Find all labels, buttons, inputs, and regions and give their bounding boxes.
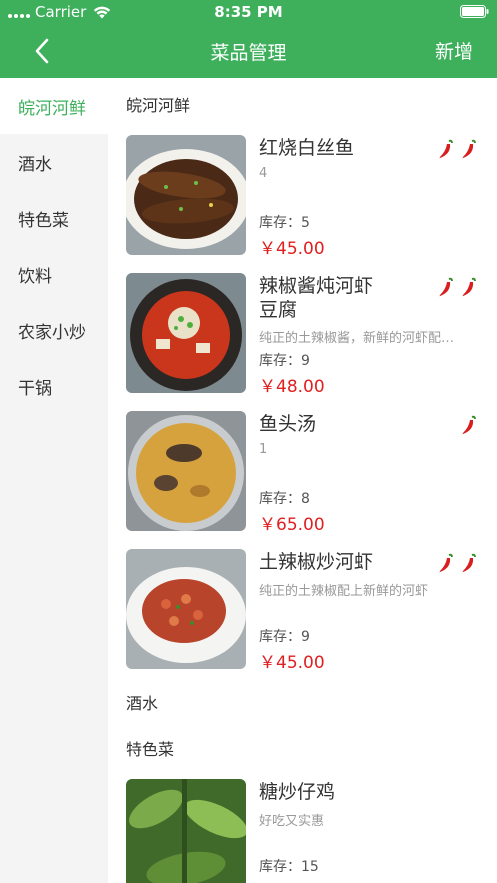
dish-price: ￥48.00 bbox=[259, 377, 325, 397]
dish-item[interactable]: 糖炒仔鸡 好吃又实惠 库存：15 bbox=[108, 768, 497, 883]
spicy-level bbox=[437, 552, 477, 574]
sidebar-item-label: 饮料 bbox=[18, 266, 52, 287]
stock-label: 库存： bbox=[259, 859, 301, 875]
sidebar-item-label: 特色菜 bbox=[18, 210, 69, 231]
stock-info: 库存：9 bbox=[259, 350, 310, 370]
stock-label: 库存： bbox=[259, 353, 301, 369]
section-header: 特色菜 bbox=[126, 740, 175, 759]
dish-item[interactable]: 红烧白丝鱼 4 库存：5 ￥45.00 bbox=[108, 124, 497, 262]
dish-price: ￥45.00 bbox=[259, 653, 325, 673]
dish-name: 辣椒酱炖河虾豆腐 bbox=[259, 275, 374, 321]
stock-info: 库存：5 bbox=[259, 212, 310, 232]
dish-name: 鱼头汤 bbox=[259, 413, 317, 435]
dish-name: 糖炒仔鸡 bbox=[259, 781, 336, 803]
dish-photo bbox=[126, 549, 246, 669]
category-sidebar: 皖河河鲜 酒水 特色菜 饮料 农家小炒 干锅 bbox=[0, 78, 108, 883]
chili-pepper-icon bbox=[439, 553, 453, 573]
stock-value: 5 bbox=[301, 215, 310, 231]
stock-info: 库存：9 bbox=[259, 626, 310, 646]
stock-value: 9 bbox=[301, 353, 310, 369]
sidebar-item-label: 酒水 bbox=[18, 154, 52, 175]
chili-pepper-icon bbox=[462, 139, 476, 159]
navigation-bar: 菜品管理 新增 bbox=[0, 24, 497, 78]
chevron-left-icon bbox=[35, 38, 49, 64]
stock-value: 8 bbox=[301, 491, 310, 507]
dish-description: 1 bbox=[259, 442, 268, 457]
sidebar-item-drinks-alcohol[interactable]: 酒水 bbox=[0, 134, 108, 190]
dish-photo bbox=[126, 779, 246, 883]
sidebar-item-label: 皖河河鲜 bbox=[18, 98, 86, 119]
stock-label: 库存： bbox=[259, 215, 301, 231]
sidebar-item-dry-pot[interactable]: 干锅 bbox=[0, 358, 108, 414]
chili-pepper-icon bbox=[462, 415, 476, 435]
dish-item[interactable]: 鱼头汤 1 库存：8 ￥65.00 bbox=[108, 400, 497, 538]
dish-photo bbox=[126, 273, 246, 393]
chili-pepper-icon bbox=[439, 277, 453, 297]
dish-description: 纯正的土辣椒配上新鲜的河虾 bbox=[259, 584, 429, 599]
chili-pepper-icon bbox=[462, 277, 476, 297]
carrier-indicator: Carrier bbox=[8, 3, 111, 21]
back-button[interactable] bbox=[24, 36, 60, 66]
chili-pepper-icon bbox=[439, 139, 453, 159]
dish-description: 4 bbox=[259, 166, 268, 181]
status-bar: Carrier 8:35 PM bbox=[0, 0, 497, 24]
dish-name: 土辣椒炒河虾 bbox=[259, 551, 374, 573]
dish-photo bbox=[126, 411, 246, 531]
spicy-level bbox=[437, 138, 477, 160]
dish-description: 好吃又实惠 bbox=[259, 814, 325, 829]
sidebar-item-beverages[interactable]: 饮料 bbox=[0, 246, 108, 302]
page-title: 菜品管理 bbox=[210, 42, 287, 64]
chili-pepper-icon bbox=[462, 553, 476, 573]
spicy-level bbox=[460, 414, 477, 436]
carrier-label: Carrier bbox=[35, 3, 87, 21]
stock-value: 9 bbox=[301, 629, 310, 645]
dish-name: 红烧白丝鱼 bbox=[259, 137, 355, 159]
sidebar-item-farm-stirfry[interactable]: 农家小炒 bbox=[0, 302, 108, 358]
stock-info: 库存：15 bbox=[259, 856, 319, 876]
dish-description: 纯正的土辣椒酱，新鲜的河虾配… bbox=[259, 331, 455, 346]
battery-icon bbox=[460, 5, 489, 18]
dish-price: ￥65.00 bbox=[259, 515, 325, 535]
sidebar-item-wanhe-river-food[interactable]: 皖河河鲜 bbox=[0, 78, 108, 134]
sidebar-item-label: 农家小炒 bbox=[18, 322, 86, 343]
stock-label: 库存： bbox=[259, 629, 301, 645]
section-header: 皖河河鲜 bbox=[126, 96, 191, 115]
wifi-icon bbox=[94, 6, 111, 19]
sidebar-item-specialty[interactable]: 特色菜 bbox=[0, 190, 108, 246]
signal-icon bbox=[8, 6, 30, 18]
dish-photo bbox=[126, 135, 246, 255]
dish-price: ￥45.00 bbox=[259, 239, 325, 259]
dish-list: 皖河河鲜 红烧白丝鱼 4 库存：5 ￥45.00 辣椒酱炖河虾豆腐 纯正的土辣椒… bbox=[108, 78, 497, 883]
dish-item[interactable]: 辣椒酱炖河虾豆腐 纯正的土辣椒酱，新鲜的河虾配… 库存：9 ￥48.00 bbox=[108, 262, 497, 400]
stock-info: 库存：8 bbox=[259, 488, 310, 508]
add-dish-button[interactable]: 新增 bbox=[435, 37, 473, 64]
section-header: 酒水 bbox=[126, 694, 159, 713]
stock-value: 15 bbox=[301, 859, 319, 875]
dish-item[interactable]: 土辣椒炒河虾 纯正的土辣椒配上新鲜的河虾 库存：9 ￥45.00 bbox=[108, 538, 497, 676]
sidebar-item-label: 干锅 bbox=[18, 378, 52, 399]
stock-label: 库存： bbox=[259, 491, 301, 507]
spicy-level bbox=[437, 276, 477, 298]
